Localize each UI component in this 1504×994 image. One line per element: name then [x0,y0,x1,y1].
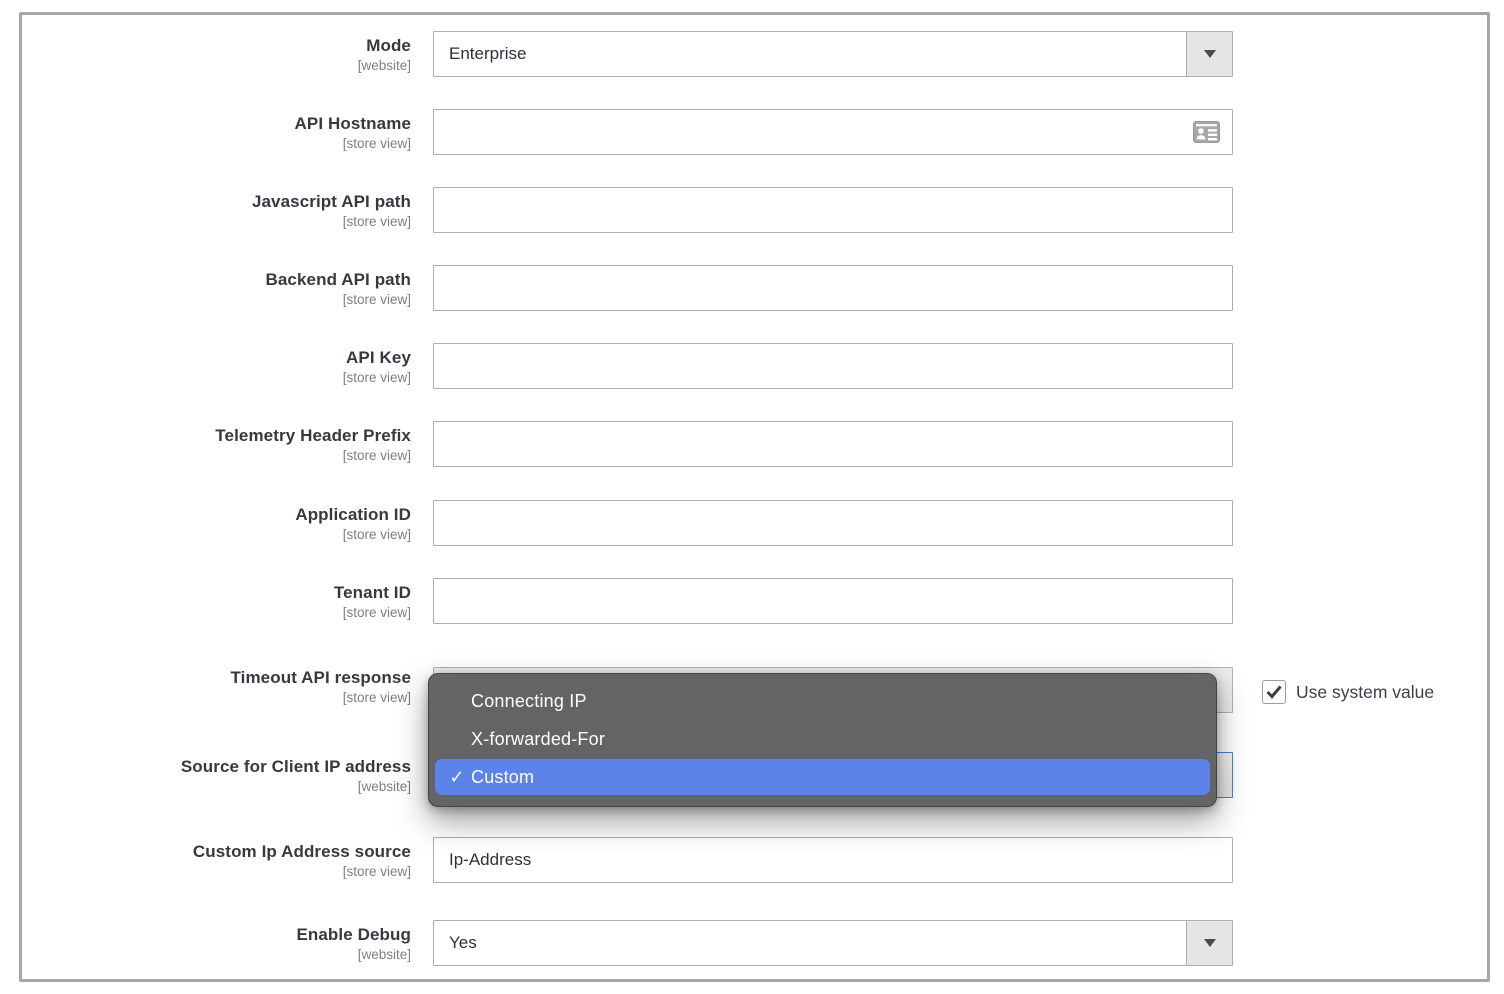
field-scope: [website] [40,945,411,964]
javascript-api-path-input[interactable] [433,187,1233,233]
field-scope: [store view] [40,290,411,309]
field-label: Mode [40,35,411,56]
field-label-block: Mode [website] [40,35,411,75]
api-hostname-input[interactable] [433,109,1233,155]
field-label: Telemetry Header Prefix [40,425,411,446]
field-label: Custom Ip Address source [40,841,411,862]
contact-card-icon [1193,121,1220,143]
telemetry-header-prefix-input[interactable] [433,421,1233,467]
dropdown-option-label: Custom [471,767,534,787]
field-label-block: Timeout API response [store view] [40,667,411,707]
form-row-api-key: API Key [store view] [0,343,1504,389]
form-row-custom-ip-address-source: Custom Ip Address source [store view] [0,837,1504,883]
form-row-mode: Mode [website] Enterprise [0,31,1504,77]
field-scope: [store view] [40,862,411,881]
field-scope: [store view] [40,368,411,387]
field-label: Enable Debug [40,924,411,945]
field-label: Tenant ID [40,582,411,603]
application-id-input[interactable] [433,500,1233,546]
caret-down-icon [1204,50,1216,58]
field-label-block: Tenant ID [store view] [40,582,411,622]
field-label: Source for Client IP address [40,756,411,777]
use-system-value-label: Use system value [1296,682,1434,703]
form-row-tenant-id: Tenant ID [store view] [0,578,1504,624]
field-label-block: Backend API path [store view] [40,269,411,309]
form-row-enable-debug: Enable Debug [website] Yes [0,920,1504,966]
field-label: Application ID [40,504,411,525]
field-label-block: Custom Ip Address source [store view] [40,841,411,881]
field-label-block: Enable Debug [website] [40,924,411,964]
backend-api-path-input[interactable] [433,265,1233,311]
tenant-id-input[interactable] [433,578,1233,624]
field-scope: [store view] [40,212,411,231]
select-dropdown-popup: Connecting IP X-forwarded-For ✓ Custom [428,673,1217,807]
enable-debug-select[interactable]: Yes [433,920,1233,966]
caret-down-icon [1204,939,1216,947]
field-label-block: API Key [store view] [40,347,411,387]
field-scope: [store view] [40,134,411,153]
mode-select-value: Enterprise [449,32,526,76]
checkmark-icon: ✓ [444,759,470,795]
dropdown-option-connecting-ip[interactable]: Connecting IP [429,682,1216,720]
use-system-value-checkbox[interactable] [1262,680,1286,704]
field-scope: [store view] [40,446,411,465]
form-row-javascript-api-path: Javascript API path [store view] [0,187,1504,233]
api-key-input[interactable] [433,343,1233,389]
field-scope: [store view] [40,688,411,707]
enable-debug-select-dropdown-button[interactable] [1186,921,1232,965]
field-label: Timeout API response [40,667,411,688]
field-label-block: Source for Client IP address [website] [40,756,411,796]
dropdown-option-x-forwarded-for[interactable]: X-forwarded-For [429,720,1216,758]
field-scope: [website] [40,56,411,75]
enable-debug-select-value: Yes [449,921,477,965]
field-label: Backend API path [40,269,411,290]
form-row-backend-api-path: Backend API path [store view] [0,265,1504,311]
custom-ip-address-source-input[interactable] [433,837,1233,883]
mode-select[interactable]: Enterprise [433,31,1233,77]
field-scope: [website] [40,777,411,796]
field-label: Javascript API path [40,191,411,212]
field-label-block: Javascript API path [store view] [40,191,411,231]
dropdown-option-custom[interactable]: ✓ Custom [435,759,1210,795]
field-label: API Hostname [40,113,411,134]
field-label: API Key [40,347,411,368]
field-label-block: API Hostname [store view] [40,113,411,153]
form-row-api-hostname: API Hostname [store view] [0,109,1504,155]
field-scope: [store view] [40,603,411,622]
field-label-block: Telemetry Header Prefix [store view] [40,425,411,465]
form-row-telemetry-header-prefix: Telemetry Header Prefix [store view] [0,421,1504,467]
mode-select-dropdown-button[interactable] [1186,32,1232,76]
field-scope: [store view] [40,525,411,544]
form-row-application-id: Application ID [store view] [0,500,1504,546]
field-label-block: Application ID [store view] [40,504,411,544]
